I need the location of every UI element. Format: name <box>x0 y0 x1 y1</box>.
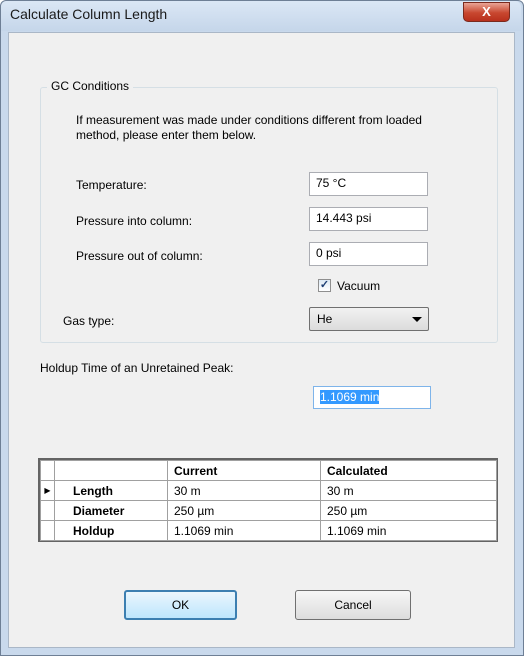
pressure-in-field[interactable]: 14.443 psi <box>309 207 428 231</box>
vacuum-checkbox[interactable]: ✓ <box>318 279 331 292</box>
gas-type-label: Gas type: <box>63 314 115 328</box>
gc-conditions-title: GC Conditions <box>47 79 134 93</box>
table-row[interactable]: ▶ Length 30 m 30 m <box>40 480 497 501</box>
results-grid[interactable]: Current Calculated ▶ Length 30 m 30 m Di… <box>38 458 498 542</box>
info-text-line1: If measurement was made under conditions… <box>76 113 422 127</box>
temperature-field[interactable]: 75 °C <box>309 172 428 196</box>
table-row[interactable]: Diameter 250 µm 250 µm <box>40 500 497 521</box>
pressure-in-label: Pressure into column: <box>76 214 193 228</box>
cell-diameter-calculated[interactable]: 250 µm <box>320 500 497 521</box>
pressure-out-label: Pressure out of column: <box>76 249 203 263</box>
vacuum-label: Vacuum <box>337 279 381 293</box>
row-label-holdup: Holdup <box>54 520 168 541</box>
gas-type-dropdown[interactable]: He <box>309 307 429 331</box>
holdup-field[interactable]: 1.1069 min <box>313 386 431 409</box>
table-row[interactable]: Holdup 1.1069 min 1.1069 min <box>40 520 497 541</box>
holdup-value: 1.1069 min <box>320 390 380 404</box>
ok-button[interactable]: OK <box>124 590 237 620</box>
gas-type-value: He <box>317 312 333 326</box>
row-label-diameter: Diameter <box>54 500 168 521</box>
grid-header-current[interactable]: Current <box>167 460 321 481</box>
temperature-label: Temperature: <box>76 178 147 192</box>
close-button[interactable]: X <box>463 2 510 22</box>
info-text-line2: method, please enter them below. <box>76 128 257 142</box>
cancel-button[interactable]: Cancel <box>295 590 411 620</box>
grid-header-row: Current Calculated <box>40 460 497 481</box>
pressure-out-field[interactable]: 0 psi <box>309 242 428 266</box>
cell-holdup-current[interactable]: 1.1069 min <box>167 520 321 541</box>
grid-header-label <box>54 460 168 481</box>
grid-corner-cell <box>40 460 55 481</box>
grid-header-calculated[interactable]: Calculated <box>320 460 497 481</box>
row-header-cell <box>40 520 55 541</box>
chevron-down-icon <box>412 317 422 322</box>
cell-diameter-current[interactable]: 250 µm <box>167 500 321 521</box>
row-header-cell <box>40 500 55 521</box>
cell-length-calculated[interactable]: 30 m <box>320 480 497 501</box>
current-row-arrow-icon: ▶ <box>40 480 55 501</box>
cell-length-current[interactable]: 30 m <box>167 480 321 501</box>
cell-holdup-calculated[interactable]: 1.1069 min <box>320 520 497 541</box>
row-label-length: Length <box>54 480 168 501</box>
holdup-label: Holdup Time of an Unretained Peak: <box>40 361 234 375</box>
window-title: Calculate Column Length <box>10 6 168 22</box>
